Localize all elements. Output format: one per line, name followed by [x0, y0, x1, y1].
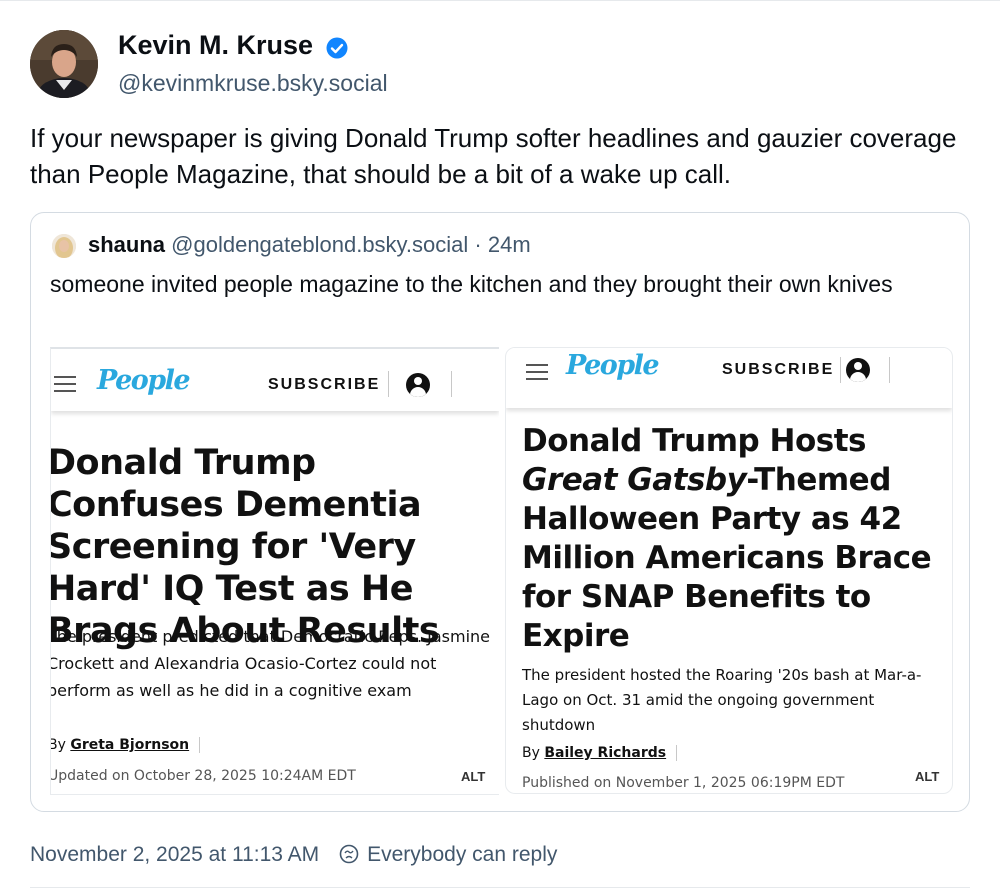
subscribe-label: SUBSCRIBE	[268, 376, 381, 393]
header-divider	[840, 357, 841, 383]
quoted-author-handle: @goldengateblond.bsky.social	[171, 232, 469, 257]
meta-separator: ·	[474, 232, 482, 257]
post-text: If your newspaper is giving Donald Trump…	[30, 123, 957, 189]
byline-prefix: By	[51, 737, 66, 753]
quoted-image-2[interactable]: People SUBSCRIBE Donald Trump Hosts Grea…	[505, 347, 953, 794]
article-date: Published on November 1, 2025 06:19PM ED…	[522, 775, 845, 791]
people-logo: People	[566, 350, 660, 381]
hamburger-menu-icon	[526, 364, 548, 380]
people-logo: People	[97, 365, 191, 396]
verified-badge-icon	[326, 37, 348, 59]
article-byline: By Greta Bjornson	[51, 737, 201, 753]
account-icon	[406, 373, 430, 397]
article-headline: Donald Trump Confuses Dementia Screening…	[50, 443, 440, 651]
article-date: Updated on October 28, 2025 10:24AM EDT	[50, 768, 356, 784]
quoted-author-name[interactable]: shauna	[88, 232, 165, 257]
header-divider	[388, 371, 389, 397]
alt-text-badge[interactable]: ALT	[912, 768, 943, 785]
quoted-author-avatar	[52, 234, 76, 258]
author-handle[interactable]: @kevinmkruse.bsky.social	[118, 70, 388, 97]
post-footer: November 2, 2025 at 11:13 AM Everybody ca…	[30, 843, 557, 867]
headline-part-1: Donald Trump Hosts	[522, 423, 866, 459]
alt-text-badge[interactable]: ALT	[458, 768, 489, 785]
quoted-post-header: shauna @goldengateblond.bsky.social · 24…	[88, 232, 531, 258]
article-dek: The president predicted that Democratic …	[50, 627, 491, 700]
quoted-post-text: someone invited people magazine to the k…	[50, 271, 893, 297]
headline-italic: Great Gatsby	[522, 462, 747, 498]
account-icon	[846, 358, 870, 382]
reply-setting-text[interactable]: Everybody can reply	[367, 843, 557, 866]
bottom-divider	[30, 887, 970, 888]
author-avatar[interactable]	[30, 30, 98, 98]
byline-author: Greta Bjornson	[70, 737, 190, 753]
author-name[interactable]: Kevin M. Kruse	[118, 30, 313, 61]
byline-author: Bailey Richards	[544, 745, 667, 761]
header-divider	[889, 357, 890, 383]
post-timestamp[interactable]: November 2, 2025 at 11:13 AM	[30, 843, 319, 866]
people-header-bar: People SUBSCRIBE	[506, 348, 952, 408]
article-dek: The president hosted the Roaring '20s ba…	[522, 666, 922, 734]
reply-settings-icon	[339, 844, 359, 864]
hamburger-menu-icon	[54, 376, 76, 392]
top-divider	[0, 0, 1000, 1]
quoted-post-time: 24m	[487, 232, 531, 257]
header-divider	[451, 371, 452, 397]
people-header-bar: People SUBSCRIBE	[51, 349, 499, 411]
article-headline: Donald Trump Hosts Great Gatsby-Themed H…	[522, 422, 952, 656]
article-byline: By Bailey Richards	[522, 745, 678, 761]
quoted-image-1[interactable]: People SUBSCRIBE Donald Trump Confuses D…	[50, 347, 499, 795]
subscribe-label: SUBSCRIBE	[722, 361, 835, 378]
byline-prefix: By	[522, 745, 540, 761]
